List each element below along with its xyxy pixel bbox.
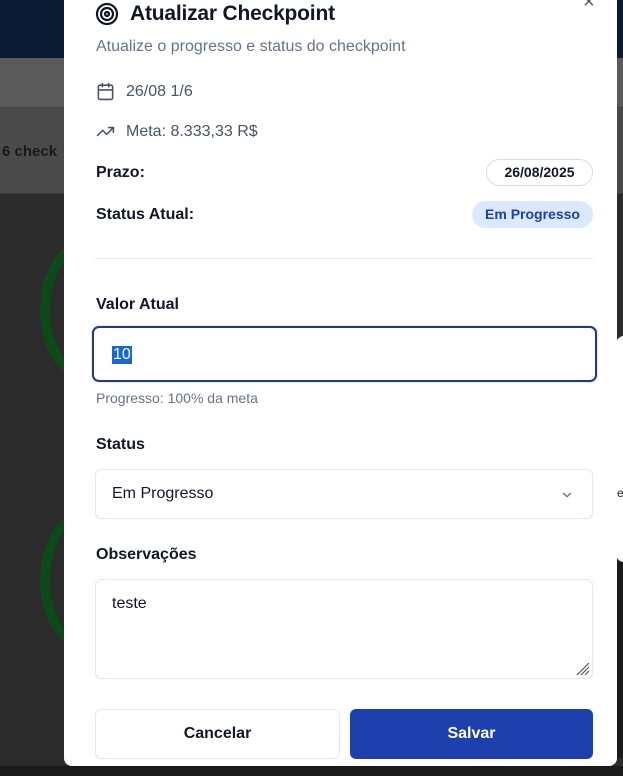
status-select[interactable]: Em Progresso xyxy=(95,469,593,519)
background-side-card xyxy=(616,336,623,562)
current-value-label: Valor Atual xyxy=(96,296,179,313)
background-side-text: e xyxy=(617,486,623,500)
goal-value: Meta: 8.333,33 R$ xyxy=(126,122,258,140)
divider xyxy=(95,258,593,259)
checkpoint-name: 26/08 1/6 xyxy=(126,82,193,100)
trending-up-icon xyxy=(96,126,115,137)
status-badge: Em Progresso xyxy=(472,201,593,228)
checkpoint-name-row: 26/08 1/6 xyxy=(96,82,193,101)
progress-hint: Progresso: 100% da meta xyxy=(96,390,258,406)
background-row-text: 6 check xyxy=(2,143,58,160)
goal-row: Meta: 8.333,33 R$ xyxy=(96,122,258,141)
notes-text: teste xyxy=(112,595,147,612)
deadline-label: Prazo: xyxy=(96,164,145,181)
cancel-button[interactable]: Cancelar xyxy=(95,709,340,759)
save-button[interactable]: Salvar xyxy=(350,709,593,759)
current-status-label: Status Atual: xyxy=(96,206,195,223)
calendar-icon xyxy=(97,82,114,101)
status-select-value: Em Progresso xyxy=(112,485,214,502)
dialog-title: Atualizar Checkpoint xyxy=(130,2,335,25)
notes-label: Observações xyxy=(96,546,197,563)
dialog-header: Atualizar Checkpoint xyxy=(95,2,335,26)
chevron-down-icon xyxy=(562,492,572,498)
status-label: Status xyxy=(96,436,145,453)
deadline-badge: 26/08/2025 xyxy=(486,159,593,186)
background-side-panel xyxy=(617,562,623,758)
background-bottom-bar xyxy=(0,766,623,776)
dialog-subtitle: Atualize o progresso e status do checkpo… xyxy=(96,38,406,55)
resize-handle-icon[interactable] xyxy=(574,660,590,676)
current-value-input[interactable]: 10 xyxy=(92,326,597,382)
notes-textarea[interactable]: teste xyxy=(95,579,593,679)
close-icon[interactable]: × xyxy=(583,0,595,12)
target-icon xyxy=(95,2,119,26)
current-value-text: 10 xyxy=(112,346,132,364)
